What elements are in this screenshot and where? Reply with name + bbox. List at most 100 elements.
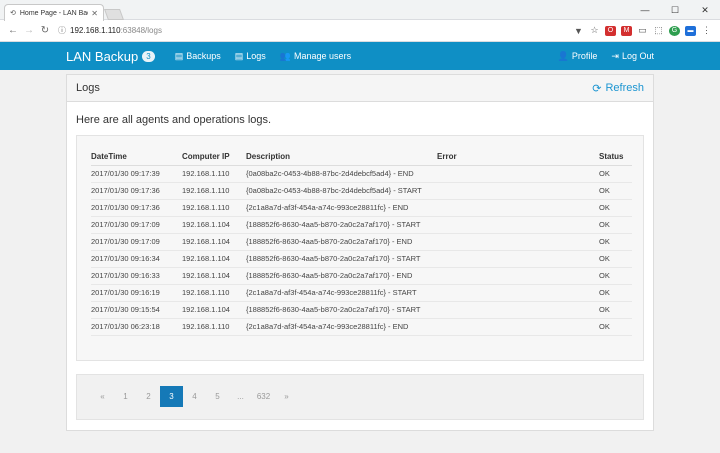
cell-computer-ip: 192.168.1.110	[182, 284, 246, 302]
pagination-page[interactable]: 4	[183, 386, 206, 407]
nav-manage-users-label: Manage users	[294, 51, 352, 61]
cell-description: {188852f6-8630-4aa5-b870-2a0c2a7af170} -…	[246, 233, 437, 251]
reload-icon[interactable]: ↻	[38, 25, 52, 36]
extension-icons: ▼ ☆ O M ▭ ⬚ G ▬ ⋮	[573, 25, 712, 36]
filter-icon[interactable]: ▼	[573, 26, 584, 36]
cell-error	[437, 233, 599, 251]
refresh-icon: ⟳	[592, 82, 602, 95]
pagination-page[interactable]: 632	[252, 386, 275, 407]
table-row: 2017/01/30 09:17:36 192.168.1.110 {2c1a8a7…	[91, 199, 632, 217]
browser-titlebar: ⟲ Home Page - LAN Backu ✕ — ☐ ✕	[0, 0, 720, 21]
window-extension-icon[interactable]: ▬	[685, 25, 696, 36]
cell-status: OK	[599, 284, 632, 302]
new-tab-button[interactable]	[103, 9, 125, 20]
table-row: 2017/01/30 09:15:54 192.168.1.104 {188852f…	[91, 301, 632, 319]
nav-logout[interactable]: ⇥ Log Out	[611, 51, 654, 62]
url-path: :63848/logs	[120, 26, 162, 35]
brand-name: LAN Backup	[66, 48, 139, 64]
cell-description: {188852f6-8630-4aa5-b870-2a0c2a7af170} -…	[246, 301, 437, 319]
users-icon: 👥	[279, 50, 292, 61]
bookmark-star-icon[interactable]: ☆	[589, 25, 600, 36]
logs-panel: Logs ⟳ Refresh Here are all agents and o…	[66, 74, 654, 431]
cell-error	[437, 301, 599, 319]
cell-description: {2c1a8a7d-af3f-454a-a74c-993ce28811fc} -…	[246, 199, 437, 217]
cell-status: OK	[599, 233, 632, 251]
table-row: 2017/01/30 09:17:39 192.168.1.110 {0a08ba2…	[91, 165, 632, 183]
maximize-icon[interactable]: ☐	[660, 0, 690, 20]
table-row: 2017/01/30 09:16:19 192.168.1.110 {2c1a8a7…	[91, 284, 632, 302]
nav-logs[interactable]: ▤ Logs	[235, 51, 266, 62]
cell-description: {2c1a8a7d-af3f-454a-a74c-993ce28811fc} -…	[246, 318, 437, 336]
nav-profile[interactable]: 👤 Profile	[558, 51, 598, 62]
header-description: Description	[246, 149, 437, 166]
pagination-ellipsis: ...	[237, 392, 244, 401]
cell-datetime: 2017/01/30 09:17:09	[91, 233, 182, 251]
cell-description: {188852f6-8630-4aa5-b870-2a0c2a7af170} -…	[246, 216, 437, 234]
tab-title: Home Page - LAN Backu	[19, 9, 88, 17]
logs-table: DateTime Computer IP Description Error S…	[91, 149, 632, 336]
browser-toolbar: ← → ↻ ⓘ 192.168.1.110:63848/logs ▼ ☆ O M…	[0, 20, 720, 42]
cell-description: {188852f6-8630-4aa5-b870-2a0c2a7af170} -…	[246, 250, 437, 268]
refresh-button[interactable]: ⟳ Refresh	[592, 82, 644, 95]
save-page-icon[interactable]: ⬚	[653, 25, 664, 36]
pagination-page[interactable]: 5	[206, 386, 229, 407]
cell-computer-ip: 192.168.1.104	[182, 250, 246, 268]
cell-datetime: 2017/01/30 09:16:34	[91, 250, 182, 268]
cell-description: {188852f6-8630-4aa5-b870-2a0c2a7af170} -…	[246, 267, 437, 285]
brand[interactable]: LAN Backup 3	[66, 49, 155, 64]
nav-logout-label: Log Out	[621, 51, 654, 61]
page-title: Logs	[76, 82, 100, 94]
cell-status: OK	[599, 318, 632, 336]
table-row: 2017/01/30 09:16:34 192.168.1.104 {188852f…	[91, 250, 632, 268]
back-icon[interactable]: ←	[6, 25, 20, 36]
minimize-icon[interactable]: —	[630, 0, 660, 20]
cell-datetime: 2017/01/30 09:17:36	[91, 199, 182, 217]
table-row: 2017/01/30 09:16:33 192.168.1.104 {188852f…	[91, 267, 632, 285]
table-row: 2017/01/30 09:17:36 192.168.1.110 {0a08ba2…	[91, 182, 632, 200]
cell-status: OK	[599, 182, 632, 200]
pagination-page[interactable]: 2	[137, 386, 160, 407]
page-favicon-icon: ⟲	[10, 10, 16, 17]
gmail-extension-icon[interactable]: M	[621, 25, 632, 36]
logs-table-container: DateTime Computer IP Description Error S…	[76, 135, 644, 361]
pagination-prev[interactable]: «	[91, 386, 114, 407]
cell-computer-ip: 192.168.1.104	[182, 216, 246, 234]
pagination-container: «1 2 3 4 5... 632»	[76, 374, 644, 420]
cell-error	[437, 165, 599, 183]
cell-computer-ip: 192.168.1.110	[182, 182, 246, 200]
tab-close-icon[interactable]: ✕	[91, 9, 98, 18]
cell-computer-ip: 192.168.1.104	[182, 301, 246, 319]
pagination-page[interactable]: 1	[114, 386, 137, 407]
cell-status: OK	[599, 250, 632, 268]
address-field[interactable]: ⓘ 192.168.1.110:63848/logs	[58, 23, 573, 39]
pagination-page[interactable]: 3	[160, 386, 183, 407]
logout-icon: ⇥	[611, 50, 619, 61]
forward-icon[interactable]: →	[22, 25, 36, 36]
nav-manage-users[interactable]: 👥 Manage users	[280, 51, 351, 62]
app-navbar: LAN Backup 3 ▤ Backups ▤ Logs 👥 Manage u…	[0, 42, 720, 70]
user-icon: 👤	[557, 50, 569, 61]
nav-backups[interactable]: ▤ Backups	[175, 51, 221, 62]
cell-computer-ip: 192.168.1.110	[182, 165, 246, 183]
browser-menu-icon[interactable]: ⋮	[701, 25, 712, 36]
backups-icon: ▤	[174, 50, 184, 61]
grammarly-extension-icon[interactable]: G	[669, 25, 680, 36]
cell-datetime: 2017/01/30 09:16:19	[91, 284, 182, 302]
opera-extension-icon[interactable]: O	[605, 25, 616, 36]
info-icon[interactable]: ⓘ	[58, 25, 66, 36]
cell-datetime: 2017/01/30 09:17:36	[91, 182, 182, 200]
browser-tab[interactable]: ⟲ Home Page - LAN Backu ✕	[4, 4, 104, 21]
cell-status: OK	[599, 301, 632, 319]
nav-backups-label: Backups	[186, 51, 221, 61]
cell-status: OK	[599, 199, 632, 217]
header-computer-ip: Computer IP	[182, 149, 246, 166]
cell-error	[437, 318, 599, 336]
header-datetime: DateTime	[91, 149, 182, 166]
intro-text: Here are all agents and operations logs.	[76, 114, 272, 126]
cell-status: OK	[599, 165, 632, 183]
cell-description: {2c1a8a7d-af3f-454a-a74c-993ce28811fc} -…	[246, 284, 437, 302]
cell-error	[437, 182, 599, 200]
cast-icon[interactable]: ▭	[637, 25, 648, 36]
pagination-next[interactable]: »	[275, 386, 298, 407]
close-window-icon[interactable]: ✕	[690, 0, 720, 20]
